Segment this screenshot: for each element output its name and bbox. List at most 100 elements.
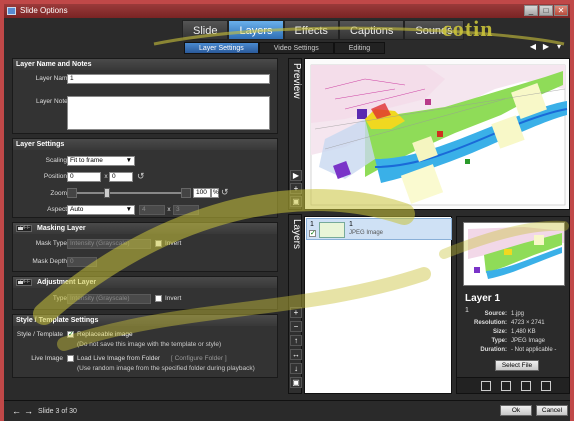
reset-position-icon[interactable]: ↺: [137, 171, 145, 182]
layers-sidebar: Layers + − ↑ ↔ ↓ ▣: [288, 214, 302, 394]
zoom-slider-thumb[interactable]: [104, 188, 110, 198]
style-template-label: Style / Template: [16, 331, 63, 338]
info-value: 1.jpg: [511, 311, 525, 317]
info-key: Type:: [491, 338, 507, 344]
next-slide-icon[interactable]: ▶: [541, 42, 551, 52]
layer-thumbnail: [319, 222, 345, 238]
masking-layer-panel: Masking Layer OFF Mask Type Intensity (G…: [12, 222, 278, 272]
mask-invert-label: Invert: [165, 240, 182, 247]
fit-view-icon[interactable]: ▣: [290, 196, 302, 207]
adjustment-toggle[interactable]: OFF: [16, 279, 32, 286]
info-key: Size:: [492, 329, 507, 335]
adjustment-type-select[interactable]: Intensity (Grayscale): [67, 294, 151, 304]
info-value: 1,480 KB: [511, 329, 536, 335]
layer-visible-checkbox[interactable]: ✓: [309, 230, 316, 237]
mask-type-select[interactable]: Intensity (Grayscale): [67, 239, 151, 249]
remove-layer-icon[interactable]: −: [290, 321, 302, 332]
fit-layer-icon[interactable]: ▣: [290, 377, 302, 388]
next-slide-arrow-icon[interactable]: →: [24, 406, 33, 416]
properties-icon[interactable]: [501, 381, 511, 391]
scaling-label: Scaling: [45, 157, 67, 164]
name-notes-panel: Layer Name and Notes Layer Name 1 Layer …: [12, 58, 278, 134]
tab-layers[interactable]: Layers: [228, 20, 284, 40]
slide-nav-controls: ◀ ▶ ▾: [528, 42, 564, 52]
ok-button[interactable]: Ok: [500, 405, 532, 416]
layer-settings-panel: Layer Settings Scaling Fit to frame ▼ Pos…: [12, 138, 278, 218]
edit-image-icon[interactable]: [481, 381, 491, 391]
mask-depth-input[interactable]: 0: [67, 257, 97, 267]
main-tabs: Slide Layers Effects Captions Sounds: [182, 20, 464, 40]
adjustment-invert-checkbox[interactable]: [155, 295, 162, 302]
add-layer-icon[interactable]: +: [290, 307, 302, 318]
layer-name-input[interactable]: 1: [67, 74, 270, 84]
zoom-unit: %: [211, 188, 219, 198]
swap-icon[interactable]: ↔: [290, 349, 302, 360]
name-notes-header: Layer Name and Notes: [13, 59, 277, 70]
subtab-editing[interactable]: Editing: [333, 42, 386, 54]
subtab-layer-settings[interactable]: Layer Settings: [184, 42, 259, 54]
info-key: Resolution:: [474, 320, 507, 326]
zoom-value-input[interactable]: 100: [193, 188, 211, 198]
masking-layer-header: Masking Layer: [13, 223, 277, 234]
scaling-value: Fit to frame: [70, 157, 103, 164]
layer-notes-textarea[interactable]: [67, 96, 270, 130]
scaling-select[interactable]: Fit to frame ▼: [67, 156, 135, 166]
replaceable-image-checkbox[interactable]: ✓: [67, 331, 74, 338]
aspect-value: Auto: [70, 206, 84, 213]
close-button[interactable]: ✕: [554, 5, 568, 16]
zoom-slider-track[interactable]: [77, 188, 181, 198]
maximize-button[interactable]: □: [539, 5, 553, 16]
zoom-in-icon[interactable]: +: [290, 183, 302, 194]
layer-name: 1: [349, 221, 353, 228]
play-icon[interactable]: ▶: [290, 170, 302, 181]
adjustment-invert-label: Invert: [165, 295, 182, 302]
layer-info-subtitle: 1: [465, 307, 469, 314]
configure-folder-link[interactable]: [ Configure Folder ]: [171, 355, 227, 362]
app-icon: [7, 7, 16, 15]
mask-type-label: Mask Type: [35, 240, 67, 247]
info-value: JPEG Image: [511, 338, 546, 344]
aspect-separator: x: [167, 206, 171, 213]
layer-actions-bar: [457, 377, 569, 393]
live-image-checkbox[interactable]: [67, 355, 74, 362]
subtab-video-settings[interactable]: Video Settings: [258, 42, 334, 54]
paste-icon[interactable]: [541, 381, 551, 391]
watermark-text: cotin: [442, 16, 494, 41]
style-template-panel: Style / Template Settings Style / Templa…: [12, 314, 278, 378]
bottom-bar: ← → Slide 3 of 30 Ok Cancel: [4, 400, 570, 421]
move-up-icon[interactable]: ↑: [290, 335, 302, 346]
tab-effects[interactable]: Effects: [283, 20, 339, 40]
position-y-input[interactable]: 0: [109, 172, 133, 182]
move-down-icon[interactable]: ↓: [290, 363, 302, 374]
aspect-height-input[interactable]: 3: [173, 205, 199, 215]
minimize-button[interactable]: _: [524, 5, 538, 16]
preview-canvas[interactable]: [304, 58, 570, 210]
live-image-check-label: Load Live Image from Folder: [77, 355, 161, 362]
tab-captions[interactable]: Captions: [338, 20, 405, 40]
layers-list[interactable]: 1 ✓ 1 JPEG Image: [304, 216, 452, 394]
tab-slide[interactable]: Slide: [182, 20, 229, 40]
masking-toggle[interactable]: OFF: [16, 225, 32, 232]
menu-dropdown-icon[interactable]: ▾: [554, 42, 564, 52]
map-image: [305, 59, 569, 209]
select-file-button[interactable]: Select File: [495, 360, 539, 371]
reset-zoom-icon[interactable]: ↺: [221, 187, 229, 198]
adjustment-layer-panel: Adjustment Layer OFF Type Intensity (Gra…: [12, 276, 278, 310]
prev-slide-arrow-icon[interactable]: ←: [12, 406, 21, 416]
prev-slide-icon[interactable]: ◀: [528, 42, 538, 52]
list-item[interactable]: 1 ✓ 1 JPEG Image: [306, 218, 452, 240]
layers-label: Layers: [291, 219, 302, 250]
aspect-width-input[interactable]: 4: [139, 205, 165, 215]
zoom-in-icon[interactable]: [181, 188, 191, 198]
mask-invert-checkbox[interactable]: [155, 240, 162, 247]
aspect-select[interactable]: Auto ▼: [67, 205, 135, 215]
window-controls: _ □ ✕: [524, 5, 568, 16]
aspect-label: Aspect: [47, 206, 67, 213]
live-image-label: Live Image: [31, 355, 63, 362]
copy-icon[interactable]: [521, 381, 531, 391]
layer-info-title: Layer 1: [465, 293, 501, 304]
zoom-out-icon[interactable]: [67, 188, 77, 198]
position-x-input[interactable]: 0: [67, 172, 101, 182]
style-template-header: Style / Template Settings: [13, 315, 277, 326]
cancel-button[interactable]: Cancel: [536, 405, 568, 416]
